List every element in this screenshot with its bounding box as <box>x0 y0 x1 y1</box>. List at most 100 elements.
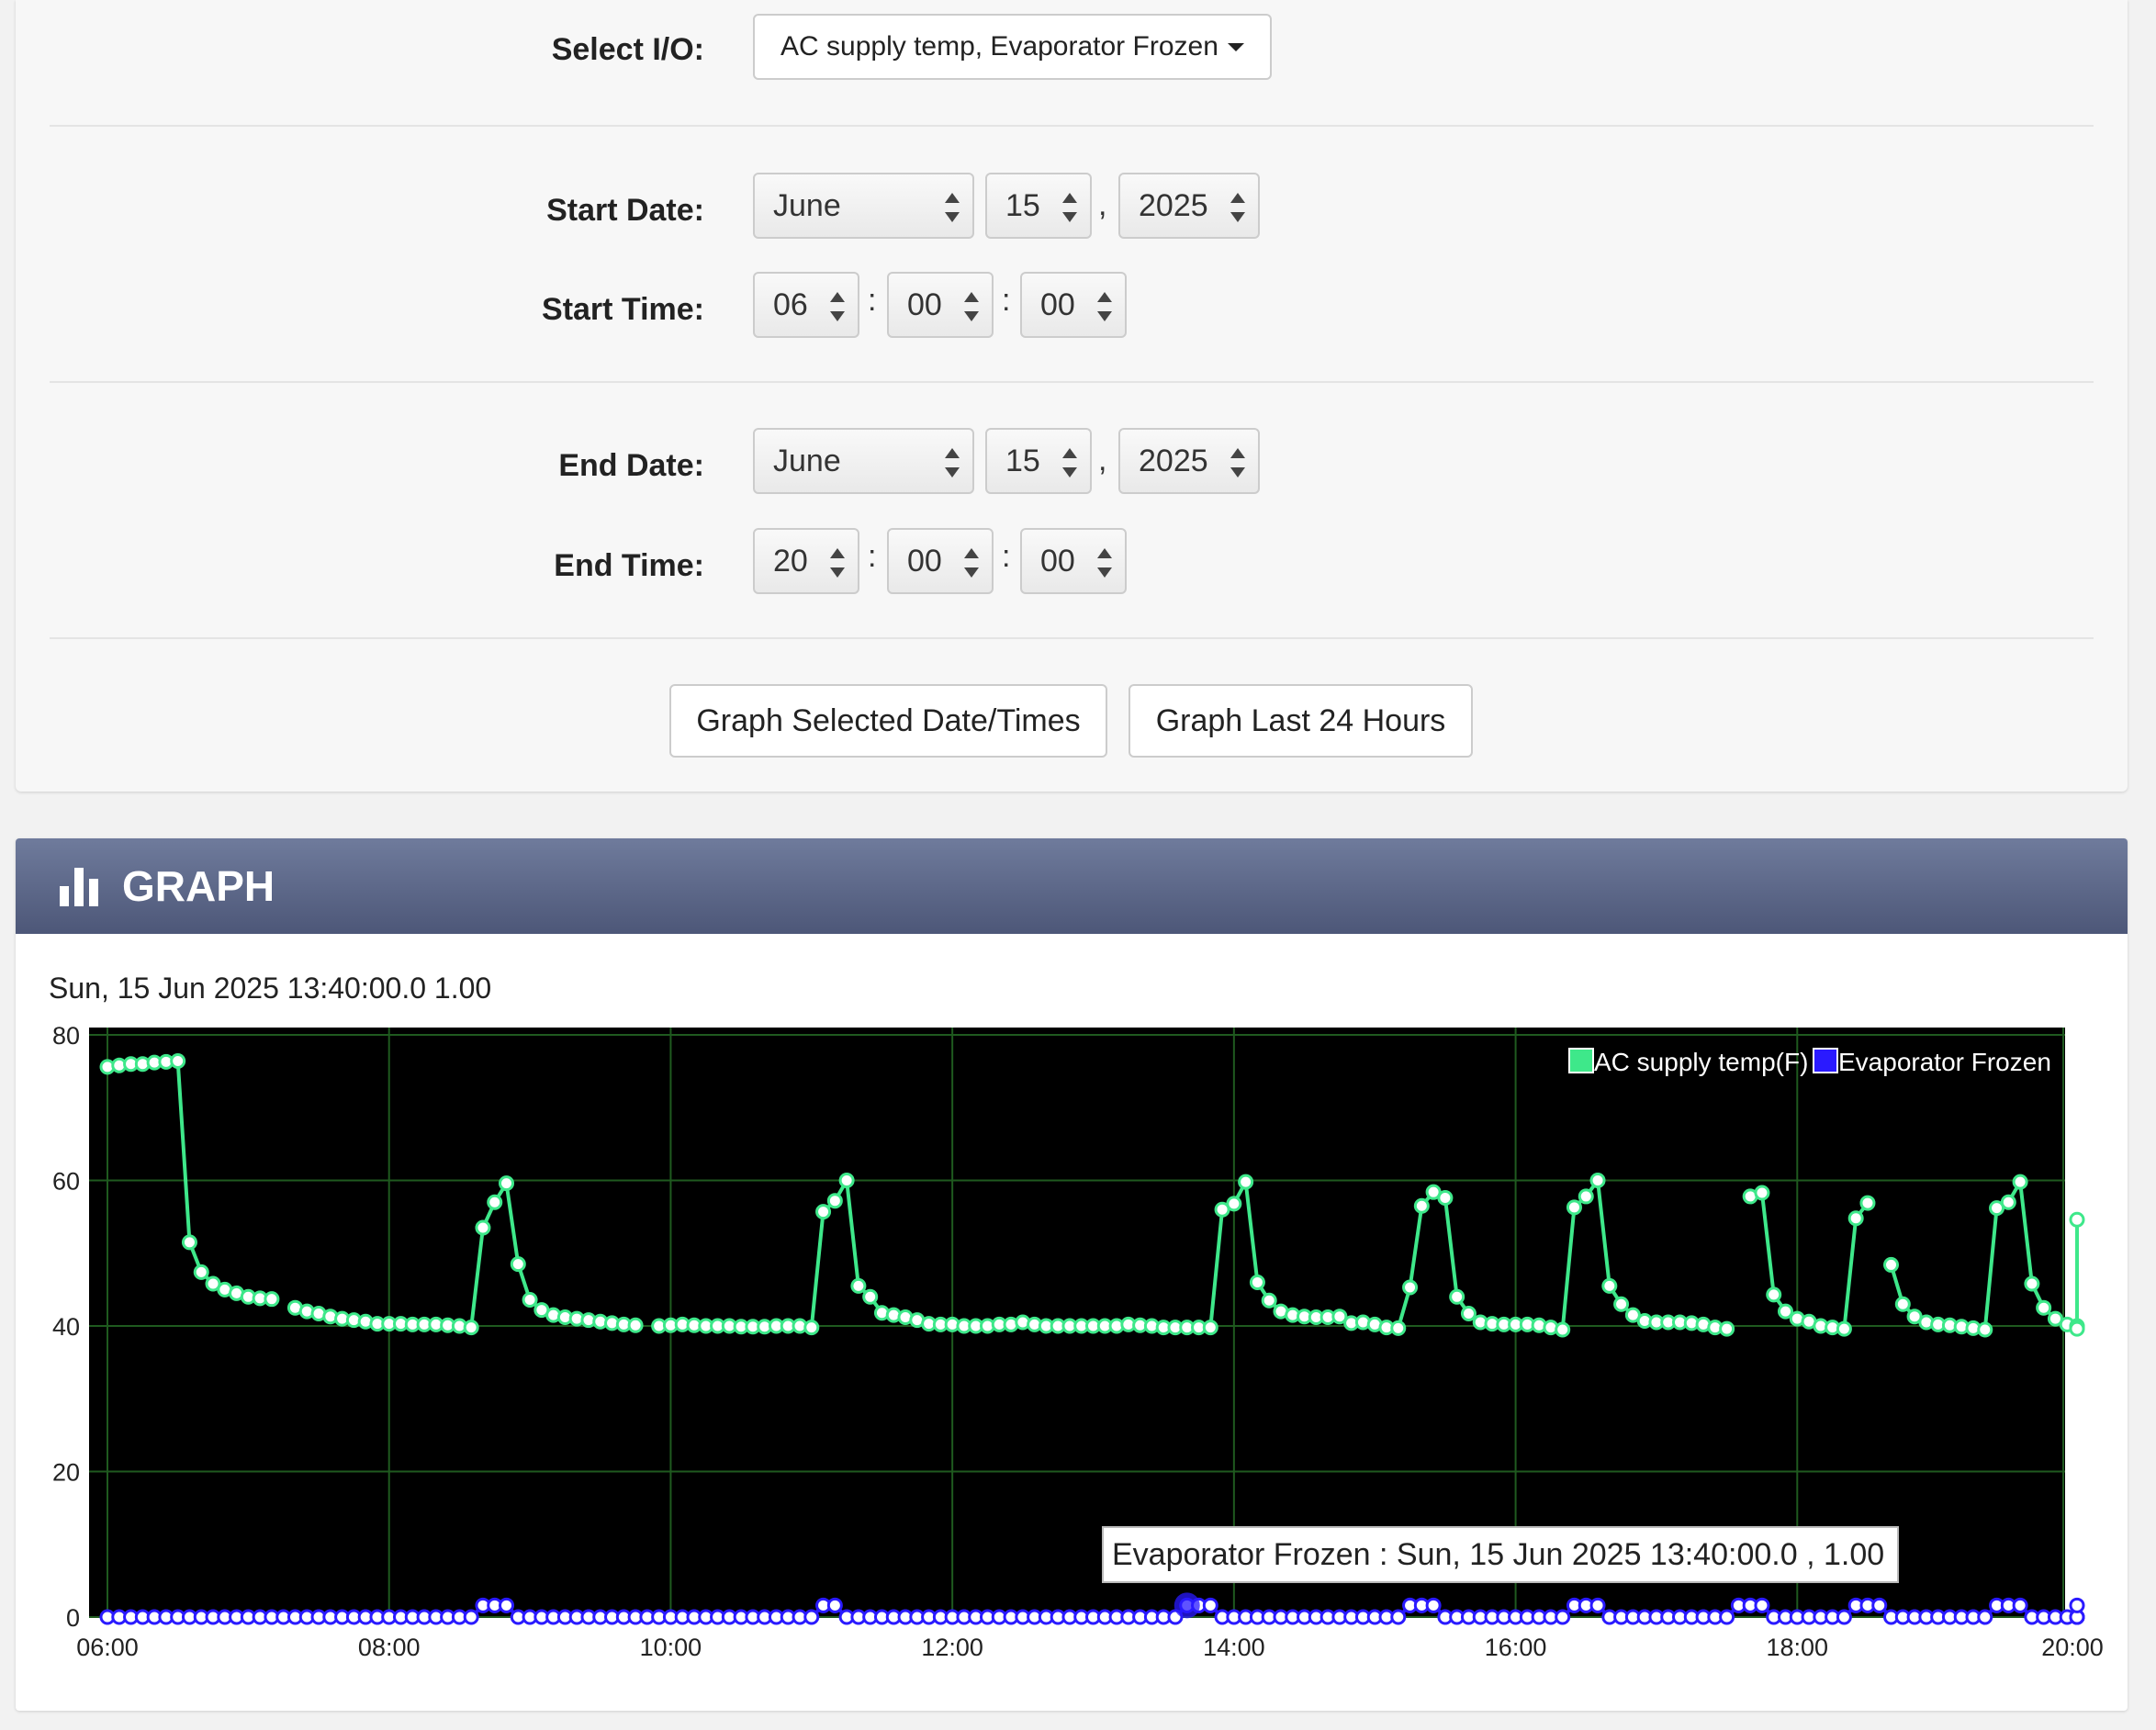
data-point <box>1555 1609 1571 1625</box>
graph-selected-button[interactable]: Graph Selected Date/Times <box>669 684 1107 758</box>
data-point <box>1578 1188 1594 1205</box>
data-point <box>1754 1185 1770 1201</box>
x-tick-label: 16:00 <box>1485 1634 1547 1661</box>
spinner-icon <box>830 292 845 321</box>
end-day-select[interactable]: 15 <box>985 428 1092 494</box>
divider <box>50 637 2094 639</box>
data-point <box>499 1175 515 1192</box>
data-point <box>826 1193 843 1209</box>
start-day-value: 15 <box>1005 187 1040 223</box>
spinner-icon <box>945 193 960 222</box>
end-second-select[interactable]: 00 <box>1020 528 1127 594</box>
start-hour-value: 06 <box>773 286 808 322</box>
data-point <box>1425 1597 1442 1613</box>
data-point <box>264 1291 280 1308</box>
end-second-value: 00 <box>1040 543 1075 579</box>
spinner-icon <box>964 548 979 578</box>
start-hour-select[interactable]: 06 <box>753 272 859 338</box>
data-point <box>850 1277 867 1294</box>
data-point <box>1871 1597 1888 1613</box>
end-time-label: End Time: <box>554 548 704 583</box>
y-axis-labels: 0 20 40 60 80 <box>52 1022 80 1632</box>
data-point <box>475 1219 491 1236</box>
x-tick-label: 18:00 <box>1766 1634 1828 1661</box>
data-point <box>1390 1609 1407 1625</box>
data-point <box>1836 1320 1852 1337</box>
data-point <box>2012 1174 2028 1190</box>
end-month-value: June <box>773 443 841 478</box>
spinner-icon <box>1062 448 1077 477</box>
time-series-chart[interactable]: 0 20 40 60 80 06:00 08:00 10:00 12:00 14:00 16:00… <box>16 838 2128 1711</box>
data-point <box>2024 1275 2040 1292</box>
start-minute-select[interactable]: 00 <box>887 272 994 338</box>
select-io-label: Select I/O: <box>551 32 704 67</box>
spinner-icon <box>1097 292 1112 321</box>
legend-label-evaporator-frozen: Evaporator Frozen <box>1838 1048 2051 1076</box>
data-point <box>1413 1197 1430 1214</box>
data-point <box>1589 1597 1606 1613</box>
data-point <box>1460 1306 1477 1322</box>
comma-separator: , <box>1098 443 1107 477</box>
select-io-value: AC supply temp, Evaporator Frozen <box>780 31 1218 62</box>
data-point <box>1894 1296 1911 1312</box>
end-minute-select[interactable]: 00 <box>887 528 994 594</box>
data-point <box>862 1288 879 1305</box>
data-point <box>2069 1597 2085 1613</box>
start-year-select[interactable]: 2025 <box>1118 173 1260 239</box>
y-tick-label: 20 <box>52 1459 80 1487</box>
x-tick-label: 06:00 <box>76 1634 139 1661</box>
data-point <box>2000 1194 2016 1210</box>
data-point <box>1202 1320 1218 1336</box>
end-hour-select[interactable]: 20 <box>753 528 859 594</box>
divider <box>50 381 2094 383</box>
data-point <box>1555 1321 1571 1338</box>
x-axis-labels: 06:00 08:00 10:00 12:00 14:00 16:00 18:00 20:00 <box>76 1634 2104 1661</box>
end-month-select[interactable]: June <box>753 428 974 494</box>
y-tick-label: 80 <box>52 1022 80 1050</box>
data-point <box>803 1320 820 1336</box>
data-point <box>2036 1299 2052 1316</box>
data-point <box>1238 1174 1254 1190</box>
x-tick-label: 20:00 <box>2041 1634 2104 1661</box>
colon-separator: : <box>868 539 877 574</box>
data-point <box>1402 1279 1419 1296</box>
start-day-select[interactable]: 15 <box>985 173 1092 239</box>
data-point <box>2069 1320 2085 1337</box>
hovered-point <box>1173 1592 1200 1619</box>
start-date-label: Start Date: <box>546 193 704 228</box>
data-point <box>627 1317 644 1333</box>
data-point <box>1719 1609 1735 1625</box>
data-point <box>1859 1195 1876 1211</box>
start-year-value: 2025 <box>1139 187 1208 223</box>
data-point <box>1883 1256 1900 1273</box>
data-point <box>1589 1173 1606 1188</box>
end-year-select[interactable]: 2025 <box>1118 428 1260 494</box>
select-io-dropdown[interactable]: AC supply temp, Evaporator Frozen <box>753 14 1272 80</box>
data-point <box>1566 1199 1582 1216</box>
data-point <box>1754 1597 1770 1613</box>
start-time-label: Start Time: <box>542 292 704 327</box>
colon-separator: : <box>1002 539 1011 574</box>
spinner-icon <box>830 548 845 578</box>
start-minute-value: 00 <box>907 286 942 322</box>
data-point <box>1847 1210 1864 1227</box>
data-point <box>1601 1277 1618 1294</box>
legend-swatch-evaporator-frozen <box>1813 1048 1838 1073</box>
start-second-select[interactable]: 00 <box>1020 272 1127 338</box>
start-month-select[interactable]: June <box>753 173 974 239</box>
date-selection-panel: Select I/O: AC supply temp, Evaporator F… <box>16 0 2128 792</box>
tooltip: Evaporator Frozen : Sun, 15 Jun 2025 13:… <box>1102 1526 1899 1583</box>
y-tick-label: 60 <box>52 1168 80 1196</box>
data-point <box>826 1597 843 1613</box>
legend-swatch-ac-supply-temp <box>1568 1048 1594 1073</box>
data-point <box>1719 1320 1735 1337</box>
data-point <box>487 1194 503 1210</box>
graph-last-24-hours-button[interactable]: Graph Last 24 Hours <box>1129 684 1473 758</box>
data-point <box>193 1264 209 1280</box>
start-month-value: June <box>773 187 841 223</box>
data-point <box>1836 1609 1852 1625</box>
data-point <box>1261 1292 1277 1309</box>
data-point <box>499 1597 515 1613</box>
data-point <box>1766 1286 1782 1303</box>
data-point <box>1249 1274 1265 1290</box>
